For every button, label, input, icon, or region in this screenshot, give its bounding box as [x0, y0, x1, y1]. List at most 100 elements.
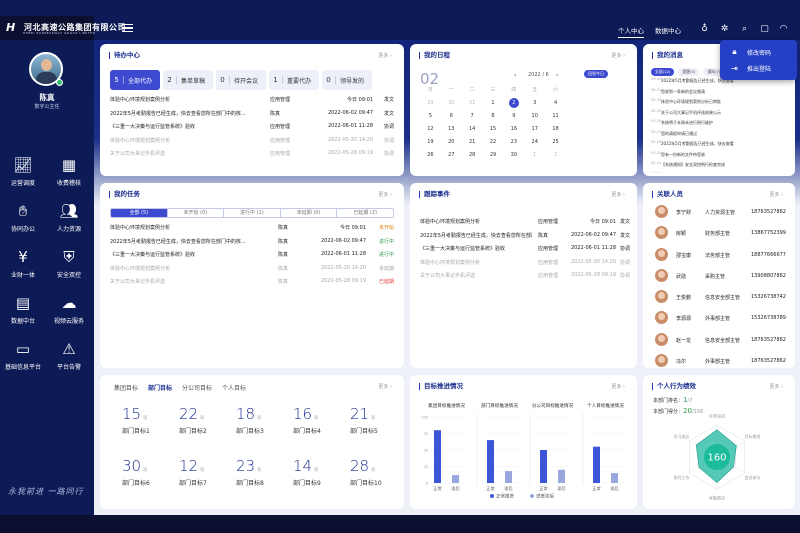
today-button[interactable]: 回到今日: [584, 70, 608, 78]
task-filter-4[interactable]: 已延期 (2): [337, 209, 393, 217]
sidebar-item-1[interactable]: ▦ 收费稽核: [49, 155, 89, 187]
sidebar-item-2[interactable]: ✋︎ 协同办公: [3, 201, 43, 233]
calendar-prev-icon[interactable]: ‹: [514, 72, 516, 79]
contacts-more-link[interactable]: 更多: [769, 191, 783, 198]
sidebar-item-3[interactable]: 👥︎ 人力资源: [49, 201, 89, 233]
target-item[interactable]: 22 项部门目标2: [179, 405, 229, 435]
calendar-day-cell[interactable]: 12: [425, 124, 435, 134]
messages-tab-0[interactable]: 全部(12): [651, 68, 675, 76]
calendar-day-cell[interactable]: 4: [551, 98, 561, 108]
calendar-day-cell[interactable]: 21: [467, 137, 477, 147]
list-item[interactable]: 体验中心环境规划案例分析 陈真 2022-05-30 14:20 未延期: [110, 262, 394, 276]
calendar-day-cell[interactable]: 2: [508, 98, 519, 108]
calendar-day-cell[interactable]: 30: [446, 98, 456, 108]
targets-tab-1[interactable]: 部门目标: [148, 383, 172, 392]
calendar-day-cell[interactable]: 9: [509, 111, 519, 121]
calendar-day-cell[interactable]: 2: [551, 150, 561, 160]
todo-tab-0[interactable]: 5 全部代办: [110, 70, 160, 90]
calendar-day-cell[interactable]: 5: [425, 111, 435, 121]
contact-row[interactable]: 房颖 财务部主管 13867752399: [655, 222, 795, 243]
search-icon[interactable]: ⌕: [739, 24, 750, 35]
calendar-day-cell[interactable]: 1: [488, 98, 498, 108]
message-item[interactable]: 05-25 您有一份新的文件待签收: [651, 151, 791, 162]
todo-tab-3[interactable]: 1 重要代办: [269, 70, 319, 90]
message-icon[interactable]: ▢: [759, 24, 770, 35]
targets-tab-3[interactable]: 个人目标: [222, 383, 246, 392]
tracking-more-link[interactable]: 更多: [611, 191, 625, 198]
todo-tab-4[interactable]: 0 领导发的: [322, 70, 372, 90]
list-item[interactable]: 《三重一大决策与运行监管系统》验收 应用管理 2022-06-01 11:28 协调: [110, 120, 394, 134]
target-item[interactable]: 21 项部门目标5: [350, 405, 400, 435]
list-item[interactable]: 《三重一大决策与运行监管系统》验收 应用管理 2022-06-01 11:28 协调: [420, 242, 630, 256]
calendar-day-cell[interactable]: 3: [530, 98, 540, 108]
list-item[interactable]: 关于公司大事记手机评选 应用管理 2022-05-28 09:19 协调: [420, 269, 630, 283]
contact-row[interactable]: 邵宝康 法务部主管 18877666677: [655, 244, 795, 265]
calendar-day-cell[interactable]: 29: [425, 98, 435, 108]
target-item[interactable]: 16 项部门目标4: [293, 405, 343, 435]
calendar-day-cell[interactable]: 22: [488, 137, 498, 147]
list-item[interactable]: 2022年5月考勤报告已经生成，快去查看您所在部门中的核... 陈真 2022-06…: [110, 235, 394, 249]
message-item[interactable]: 05-26 2022年5月考勤报告已经生成，快去查看: [651, 140, 791, 151]
todo-tab-1[interactable]: 2 集单草稿: [163, 70, 213, 90]
contact-row[interactable]: 王俊鹏 信息安全部主管 15326738742: [655, 286, 795, 307]
calendar-day-cell[interactable]: 31: [467, 98, 477, 108]
contact-row[interactable]: 李宁财 人力资源主管 18763527862: [655, 201, 795, 222]
list-item[interactable]: 体验中心环境规划案例分析 应用管理 2022-05-30 14:20 协调: [420, 256, 630, 270]
todo-more-link[interactable]: 更多: [378, 52, 392, 59]
contact-row[interactable]: 武勋 采购主管 13908807862: [655, 265, 795, 286]
calendar-day-cell[interactable]: 13: [446, 124, 456, 134]
message-item[interactable]: 06-01 您收到一条新的会议邀请: [651, 88, 791, 99]
list-item[interactable]: 关于公司大事记手机评选 陈真 2022-05-28 09:19 已延期: [110, 275, 394, 289]
tab-data-center[interactable]: 数据中心: [655, 25, 681, 35]
calendar-day-cell[interactable]: 19: [425, 137, 435, 147]
sidebar-item-4[interactable]: ¥ 业财一体: [3, 247, 43, 279]
contact-row[interactable]: 李源源 外事部主管 15326738789: [655, 307, 795, 328]
calendar-day-cell[interactable]: 7: [467, 111, 477, 121]
list-item[interactable]: 体验中心环境规划案例分析 应用管理 今日 09:01 发文: [110, 93, 394, 107]
list-item[interactable]: 体验中心环境规划案例分析 应用管理 今日 09:01 发文: [420, 215, 630, 229]
task-filter-0[interactable]: 全部 (5): [111, 209, 168, 217]
calendar-day-cell[interactable]: 1: [530, 150, 540, 160]
sidebar-item-5[interactable]: ⛨ 安全双控: [49, 247, 89, 279]
sidebar-item-0[interactable]: 📈︎ 运营调度: [3, 155, 43, 187]
task-filter-3[interactable]: 未延期 (0): [281, 209, 338, 217]
message-item[interactable]: 05-28 系统将于本周末进行例行维护: [651, 119, 791, 130]
contact-row[interactable]: 冯尔 外事部主管 18763527862: [655, 350, 795, 368]
bulb-icon[interactable]: ♁: [699, 24, 710, 35]
message-item[interactable]: 05-27 您的请假申请已通过: [651, 130, 791, 141]
calendar-day-cell[interactable]: 23: [509, 137, 519, 147]
target-item[interactable]: 23 项部门目标8: [236, 457, 286, 487]
targets-tab-0[interactable]: 集团目标: [114, 383, 138, 392]
calendar-day-cell[interactable]: 24: [530, 137, 540, 147]
contact-row[interactable]: 赵一龙 信息安全部主管 18763527862: [655, 329, 795, 350]
target-item[interactable]: 30 项部门目标6: [122, 457, 172, 487]
calendar-day-cell[interactable]: 14: [467, 124, 477, 134]
calendar-day-cell[interactable]: 11: [551, 111, 561, 121]
sidebar-item-9[interactable]: ⚠︎ 平台告警: [49, 339, 89, 371]
calendar-day-cell[interactable]: 25: [551, 137, 561, 147]
list-item[interactable]: 体验中心环境规划案例分析 陈真 今日 09:01 未开始: [110, 221, 394, 235]
calendar-day-cell[interactable]: 10: [530, 111, 540, 121]
todo-tab-2[interactable]: 0 待开会议: [216, 70, 266, 90]
apps-icon[interactable]: ✲: [719, 24, 730, 35]
calendar-next-icon[interactable]: ›: [556, 72, 558, 79]
calendar-day-cell[interactable]: 17: [530, 124, 540, 134]
calendar-day-cell[interactable]: 26: [425, 150, 435, 160]
message-item[interactable]: 05-30 关于公司大事记手机评选结果公示: [651, 109, 791, 120]
targets-more-link[interactable]: 更多: [378, 383, 392, 390]
target-item[interactable]: 14 项部门目标9: [293, 457, 343, 487]
list-item[interactable]: 2022年5月考勤报告已经生成，快去查看您所在部门中的核... 陈真 2022-06…: [420, 229, 630, 243]
calendar-day-cell[interactable]: 18: [551, 124, 561, 134]
calendar-day-cell[interactable]: 29: [488, 150, 498, 160]
calendar-day-cell[interactable]: 30: [509, 150, 519, 160]
calendar-day-cell[interactable]: 16: [509, 124, 519, 134]
list-item[interactable]: 关于公司大事记手机评选 应用管理 2022-05-28 09:19 协调: [110, 147, 394, 161]
menu-toggle-icon[interactable]: [122, 24, 133, 33]
message-item[interactable]: 05-24 【系统通知】安全双控例行检查完成: [651, 161, 791, 172]
tab-personal-center[interactable]: 个人中心: [618, 25, 644, 38]
headset-icon[interactable]: ◠: [778, 24, 789, 35]
change-password-item[interactable]: 🔒︎ 修改密码: [730, 45, 771, 59]
list-item[interactable]: 2022年5月考勤报告已经生成，快去查看您所在部门中的核... 陈真 2022-06…: [110, 107, 394, 121]
logout-item[interactable]: ⇥ 推出登陆: [730, 61, 771, 75]
message-item[interactable]: 05-222022年第一季度绩效考核结果已发布: [651, 172, 791, 174]
